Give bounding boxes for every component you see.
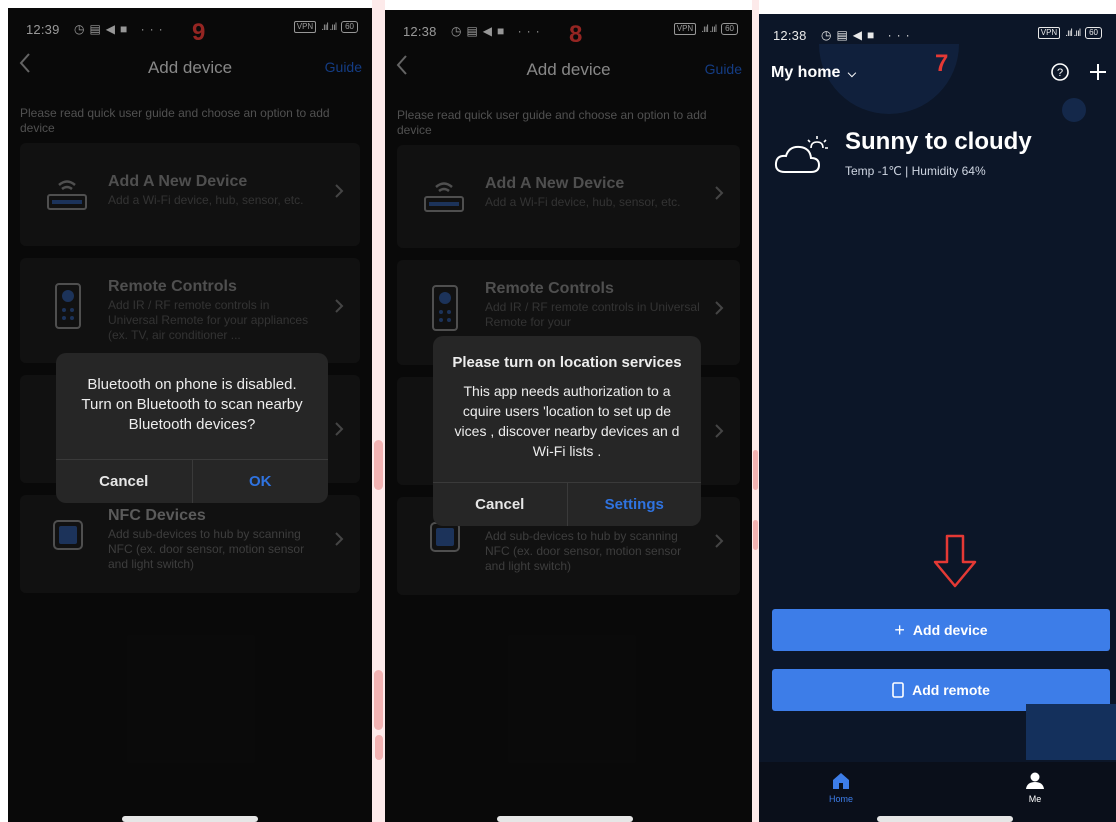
background-strip-left bbox=[372, 0, 385, 822]
dialog-message: This app needs authorization to a cquire… bbox=[454, 383, 680, 459]
cloud-sun-icon bbox=[774, 136, 828, 173]
phone-screen-bluetooth-dialog: 12:39 ◷▤◀■ ··· VPN .ııl .ııl 60 9 Add de… bbox=[8, 8, 372, 822]
red-shape bbox=[753, 450, 758, 490]
nav-me[interactable]: Me bbox=[1025, 772, 1045, 804]
red-shape bbox=[375, 735, 383, 760]
status-time: 12:38 bbox=[773, 28, 807, 43]
red-shape bbox=[753, 520, 758, 550]
signal-icon: .ııl .ııl bbox=[1065, 27, 1081, 39]
plus-icon[interactable] bbox=[1088, 62, 1108, 82]
ok-button[interactable]: OK bbox=[193, 460, 329, 503]
bottom-navigation: Home Me bbox=[759, 762, 1116, 822]
vpn-icon: VPN bbox=[1037, 27, 1061, 39]
bluetooth-dialog: Bluetooth on phone is disabled. Turn on … bbox=[56, 353, 328, 503]
weather-details: Temp -1℃ | Humidity 64% bbox=[845, 164, 986, 178]
cancel-button[interactable]: Cancel bbox=[433, 483, 568, 526]
home-indicator[interactable] bbox=[122, 816, 258, 822]
home-name: My home bbox=[771, 64, 841, 81]
add-remote-label: Add remote bbox=[912, 682, 990, 698]
nav-home-label: Home bbox=[829, 794, 854, 804]
status-right: VPN .ııl .ııl 60 bbox=[1037, 27, 1102, 39]
plus-icon: + bbox=[894, 619, 905, 640]
background-decoration bbox=[1026, 704, 1116, 760]
weather-condition: Sunny to cloudy bbox=[845, 128, 1032, 155]
notification-icons: ◷▤◀■ ··· bbox=[821, 28, 915, 42]
battery-icon: 60 bbox=[1085, 27, 1102, 39]
red-shape bbox=[374, 440, 383, 490]
background-strip-right bbox=[752, 0, 759, 822]
home-icon bbox=[833, 773, 849, 789]
svg-text:?: ? bbox=[1057, 67, 1063, 79]
nav-me-label: Me bbox=[1028, 794, 1042, 804]
person-icon bbox=[1026, 772, 1044, 789]
dialog-buttons: Cancel Settings bbox=[433, 482, 701, 526]
dialog-buttons: Cancel OK bbox=[56, 459, 328, 503]
dialog-title: Please turn on location services bbox=[452, 354, 682, 371]
help-icon[interactable]: ? bbox=[1050, 62, 1070, 82]
dialog-message: Bluetooth on phone is disabled. Turn on … bbox=[81, 376, 303, 433]
settings-button[interactable]: Settings bbox=[568, 483, 702, 526]
phone-screen-location-dialog: 12:38 ◷▤◀■ ··· VPN .ııl .ııl 60 8 Add de… bbox=[385, 10, 752, 822]
add-device-button[interactable]: + Add device bbox=[772, 609, 1110, 651]
home-selector[interactable]: My home ⌵ bbox=[771, 64, 856, 82]
background-decoration bbox=[1062, 98, 1086, 122]
red-shape bbox=[374, 670, 383, 730]
location-dialog: Please turn on location services This ap… bbox=[433, 336, 701, 526]
top-right-actions: ? bbox=[1050, 62, 1108, 82]
cancel-button[interactable]: Cancel bbox=[56, 460, 193, 503]
home-indicator[interactable] bbox=[497, 816, 633, 822]
phone-screen-home: 12:38 ◷▤◀■ ··· VPN .ııl .ııl 60 7 My hom… bbox=[759, 14, 1116, 822]
add-device-label: Add device bbox=[912, 622, 988, 638]
phone-icon bbox=[892, 682, 904, 698]
home-indicator[interactable] bbox=[877, 816, 1013, 822]
nav-home[interactable]: Home bbox=[829, 772, 853, 804]
chevron-down-icon: ⌵ bbox=[847, 68, 857, 80]
step-number: 7 bbox=[935, 50, 949, 77]
status-bar: 12:38 ◷▤◀■ ··· VPN .ııl .ııl 60 bbox=[759, 14, 1116, 54]
down-arrow-icon bbox=[933, 534, 977, 588]
